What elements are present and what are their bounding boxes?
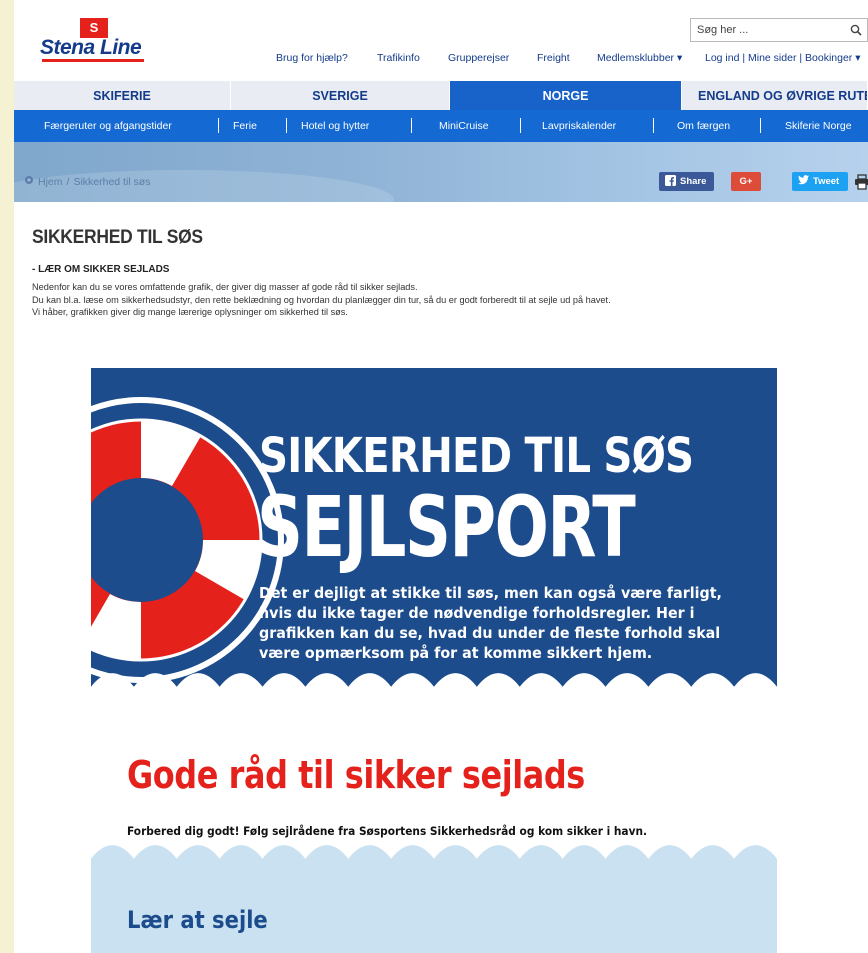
learn-heading: Lær at sejle bbox=[127, 906, 268, 934]
section-heading: Gode råd til sikker sejlads bbox=[127, 753, 585, 797]
search-input[interactable] bbox=[691, 19, 831, 41]
subnav-skiferie-norge[interactable]: Skiferie Norge bbox=[785, 120, 852, 132]
wave-divider bbox=[91, 673, 777, 702]
home-icon[interactable] bbox=[24, 175, 34, 188]
top-links: Brug for hjælp? Trafikinfo Grupperejser … bbox=[14, 52, 868, 68]
wave-divider bbox=[91, 840, 777, 874]
subnav-divider bbox=[760, 118, 761, 133]
logo-badge: S bbox=[80, 18, 108, 38]
infographic-intro-line: Det er dejligt at stikke til søs, men ka… bbox=[259, 584, 722, 602]
infographic-intro-line: hvis du ikke tager de nødvendige forhold… bbox=[259, 604, 695, 622]
twitter-icon bbox=[798, 175, 809, 188]
subnav-lavpris[interactable]: Lavpriskalender bbox=[542, 120, 616, 132]
subnav-om-faergen[interactable]: Om færgen bbox=[677, 120, 730, 132]
intro-line: Nedenfor kan du se vores omfattende graf… bbox=[32, 282, 418, 292]
infographic-intro-line: grafikken kan du se, hvad du under de fl… bbox=[259, 624, 721, 642]
breadcrumb: Hjem / Sikkerhed til søs bbox=[24, 175, 150, 188]
infographic-intro: Det er dejligt at stikke til søs, men ka… bbox=[259, 583, 729, 663]
page-subtitle: - LÆR OM SIKKER SEJLADS bbox=[32, 263, 170, 275]
google-plus-button[interactable]: G+ bbox=[731, 172, 761, 191]
tab-skiferie[interactable]: SKIFERIE bbox=[14, 81, 231, 110]
twitter-tweet-label: Tweet bbox=[813, 176, 840, 187]
top-link-groups[interactable]: Grupperejser bbox=[448, 52, 509, 64]
search-box bbox=[690, 18, 868, 42]
top-link-login[interactable]: Log ind | Mine sider | Bookinger ▾ bbox=[705, 52, 860, 64]
top-link-traffic[interactable]: Trafikinfo bbox=[377, 52, 420, 64]
breadcrumb-current: Sikkerhed til søs bbox=[73, 175, 151, 188]
tab-sverige[interactable]: SVERIGE bbox=[231, 81, 450, 110]
google-plus-label: G+ bbox=[739, 176, 753, 187]
tab-norge[interactable]: NORGE bbox=[450, 81, 682, 110]
search-icon[interactable] bbox=[845, 19, 867, 41]
facebook-share-button[interactable]: Share bbox=[659, 172, 714, 191]
intro-text: Nedenfor kan du se vores omfattende graf… bbox=[32, 281, 611, 319]
tab-england[interactable]: ENGLAND OG ØVRIGE RUTER bbox=[682, 81, 868, 110]
subnav-minicruise[interactable]: MiniCruise bbox=[439, 120, 489, 132]
subnav-divider bbox=[218, 118, 219, 133]
infographic-intro-line: være opmærksom på for at komme sikkert h… bbox=[259, 644, 653, 662]
top-link-help[interactable]: Brug for hjælp? bbox=[276, 52, 348, 64]
hero-banner: Hjem / Sikkerhed til søs Share G+ Tweet bbox=[14, 142, 868, 202]
page-title: SIKKERHED TIL SØS bbox=[32, 227, 203, 248]
infographic-big-heading: SEJLSPORT bbox=[257, 478, 636, 576]
subnav-divider bbox=[411, 118, 412, 133]
subnav-divider bbox=[520, 118, 521, 133]
intro-line: Du kan bl.a. læse om sikkerhedsudstyr, d… bbox=[32, 294, 611, 305]
print-icon[interactable] bbox=[854, 174, 868, 190]
site-header: S Stena Line Brug for hjælp? Trafikinfo … bbox=[14, 0, 868, 80]
facebook-share-label: Share bbox=[680, 176, 707, 187]
intro-line: Vi håber, grafikken giver dig mange lære… bbox=[32, 307, 348, 317]
infographic-heading: SIKKERHED TIL SØS bbox=[259, 428, 694, 484]
facebook-icon bbox=[665, 174, 676, 189]
safety-infographic: SIKKERHED TIL SØS SEJLSPORT Det er dejli… bbox=[91, 368, 777, 953]
top-link-clubs[interactable]: Medlemsklubber ▾ bbox=[597, 52, 682, 64]
subnav-ferry-routes[interactable]: Færgeruter og afgangstider bbox=[44, 120, 172, 132]
subnav-ferie[interactable]: Ferie bbox=[233, 120, 257, 132]
top-link-freight[interactable]: Freight bbox=[537, 52, 570, 64]
subnav-hotel[interactable]: Hotel og hytter bbox=[301, 120, 369, 132]
sub-navigation: Færgeruter og afgangstider Ferie Hotel o… bbox=[14, 110, 868, 142]
section-text: Forbered dig godt! Følg sejlrådene fra S… bbox=[127, 824, 648, 838]
twitter-tweet-button[interactable]: Tweet bbox=[792, 172, 848, 191]
page: S Stena Line Brug for hjælp? Trafikinfo … bbox=[14, 0, 868, 953]
subnav-divider bbox=[653, 118, 654, 133]
main-tabs: SKIFERIE SVERIGE NORGE ENGLAND OG ØVRIGE… bbox=[14, 81, 868, 110]
breadcrumb-separator: / bbox=[66, 175, 70, 188]
subnav-divider bbox=[286, 118, 287, 133]
breadcrumb-home[interactable]: Hjem bbox=[38, 176, 63, 188]
